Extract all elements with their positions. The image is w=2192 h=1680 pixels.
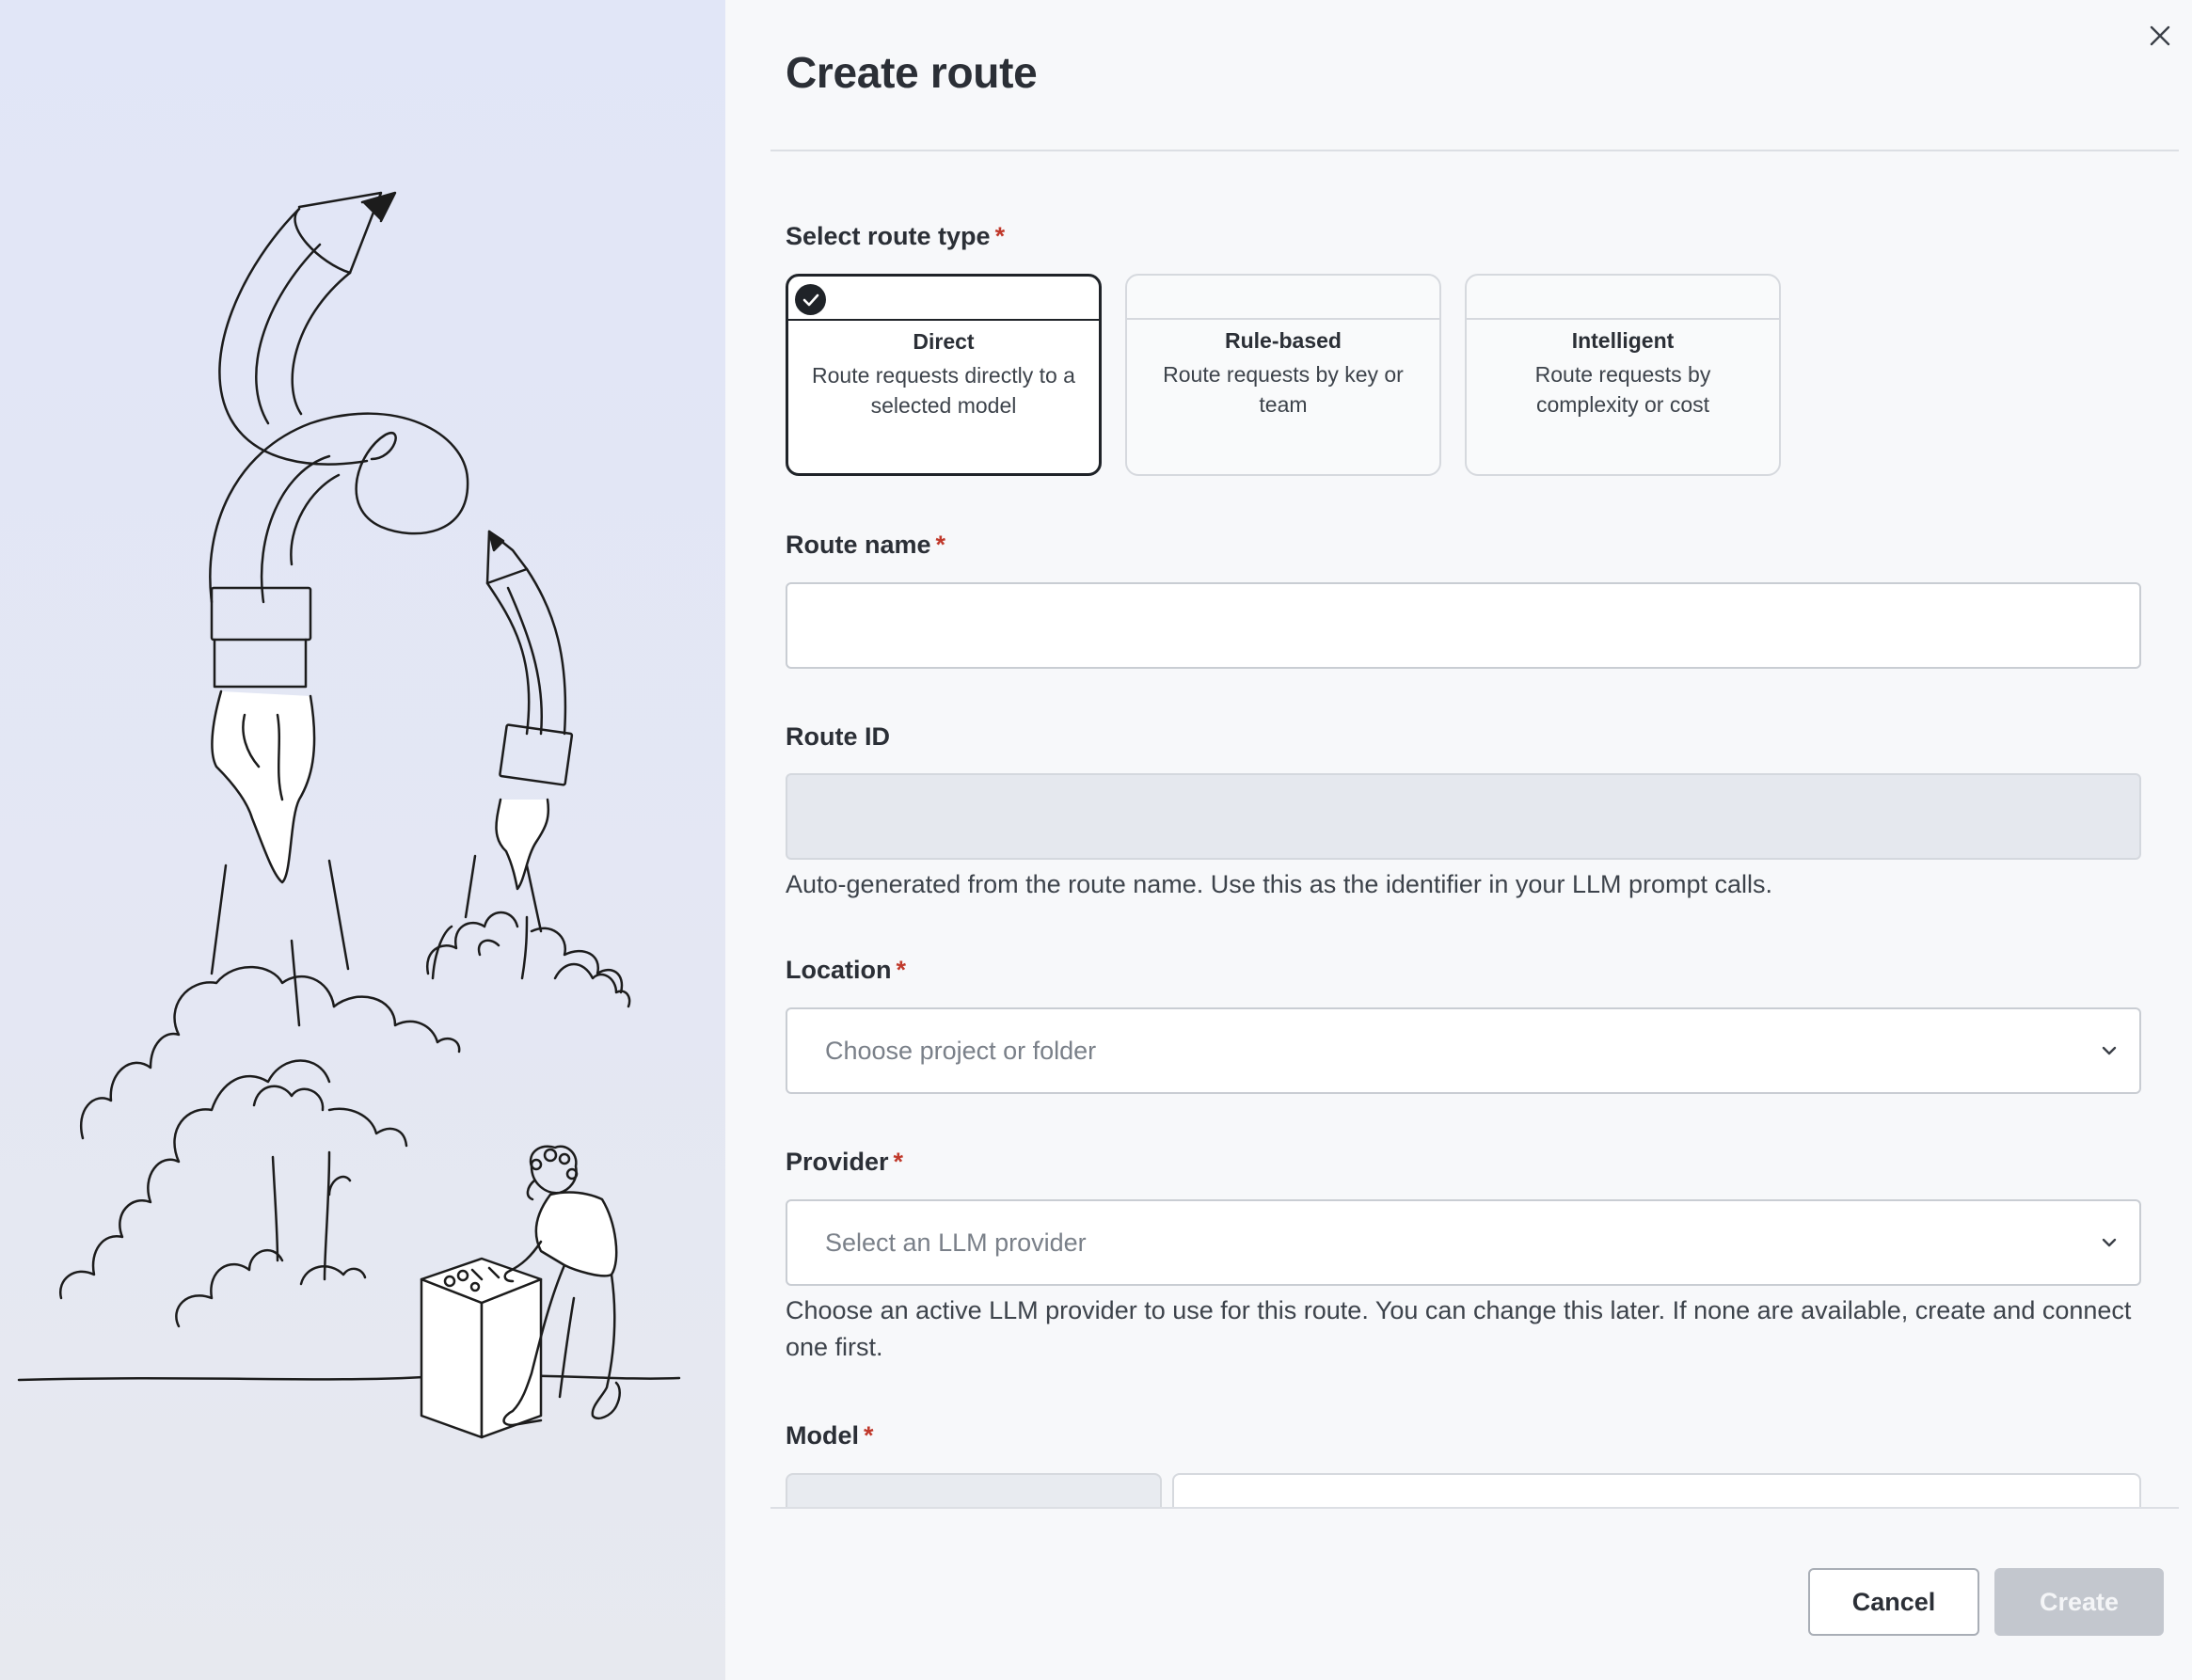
model-label: Model * xyxy=(786,1421,874,1450)
provider-placeholder: Select an LLM provider xyxy=(825,1228,1087,1257)
route-name-field[interactable] xyxy=(786,582,2141,669)
required-mark: * xyxy=(994,222,1006,250)
card-title: Rule-based xyxy=(1225,328,1342,353)
route-type-card-intelligent[interactable]: Intelligent Route requests by complexity… xyxy=(1465,274,1781,476)
location-select[interactable]: Choose project or folder xyxy=(786,1007,2141,1094)
route-name-label: Route name * xyxy=(786,531,945,560)
required-mark: * xyxy=(935,531,946,559)
route-type-card-direct[interactable]: Direct Route requests directly to a sele… xyxy=(786,274,1102,476)
provider-help-text: Choose an active LLM provider to use for… xyxy=(786,1296,2132,1361)
card-description: Route requests directly to a selected mo… xyxy=(812,363,1075,418)
required-mark: * xyxy=(864,1421,874,1450)
route-id-input xyxy=(787,775,2139,858)
cancel-button[interactable]: Cancel xyxy=(1808,1568,1979,1636)
page-title: Create route xyxy=(786,48,1038,97)
close-button[interactable] xyxy=(2141,17,2179,55)
create-button[interactable]: Create xyxy=(1994,1568,2164,1636)
card-title: Direct xyxy=(913,329,975,354)
card-title: Intelligent xyxy=(1571,328,1675,353)
model-select[interactable] xyxy=(1172,1473,2141,1507)
chevron-down-icon xyxy=(2102,1238,2117,1247)
route-id-label: Route ID xyxy=(786,722,890,751)
close-icon xyxy=(2150,25,2170,46)
chevron-down-icon xyxy=(2102,1046,2117,1055)
model-label-text: Model xyxy=(786,1421,859,1450)
route-id-help-text: Auto-generated from the route name. Use … xyxy=(786,870,1773,898)
provider-label-text: Provider xyxy=(786,1148,889,1176)
footer-divider xyxy=(770,1507,2179,1509)
provider-select[interactable]: Select an LLM provider xyxy=(786,1199,2141,1286)
route-name-label-text: Route name xyxy=(786,531,931,559)
location-label-text: Location xyxy=(786,956,892,984)
model-provider-field[interactable] xyxy=(786,1473,1162,1507)
route-type-card-rule-based[interactable]: Rule-based Route requests by key or team xyxy=(1125,274,1441,476)
location-label: Location * xyxy=(786,956,906,985)
route-name-input[interactable] xyxy=(787,584,2139,667)
card-header xyxy=(788,277,1099,321)
location-placeholder: Choose project or folder xyxy=(825,1037,1097,1065)
card-header xyxy=(1467,276,1779,320)
check-circle-icon xyxy=(795,284,826,315)
rocket-pencils-illustration xyxy=(17,191,681,1439)
required-mark: * xyxy=(896,956,907,984)
card-description: Route requests by key or team xyxy=(1163,362,1404,417)
card-header xyxy=(1127,276,1439,320)
illustration-panel xyxy=(0,0,725,1680)
route-id-field xyxy=(786,773,2141,860)
route-type-label: Select route type * xyxy=(786,222,1005,251)
required-mark: * xyxy=(893,1148,904,1176)
form-scroll-area[interactable]: Select route type * Direct Route requests… xyxy=(725,151,2192,1507)
create-route-dialog: Create route Select route type * Direct R… xyxy=(725,0,2192,1680)
route-type-label-text: Select route type xyxy=(786,222,991,250)
provider-label: Provider * xyxy=(786,1148,903,1177)
card-description: Route requests by complexity or cost xyxy=(1534,362,1711,417)
